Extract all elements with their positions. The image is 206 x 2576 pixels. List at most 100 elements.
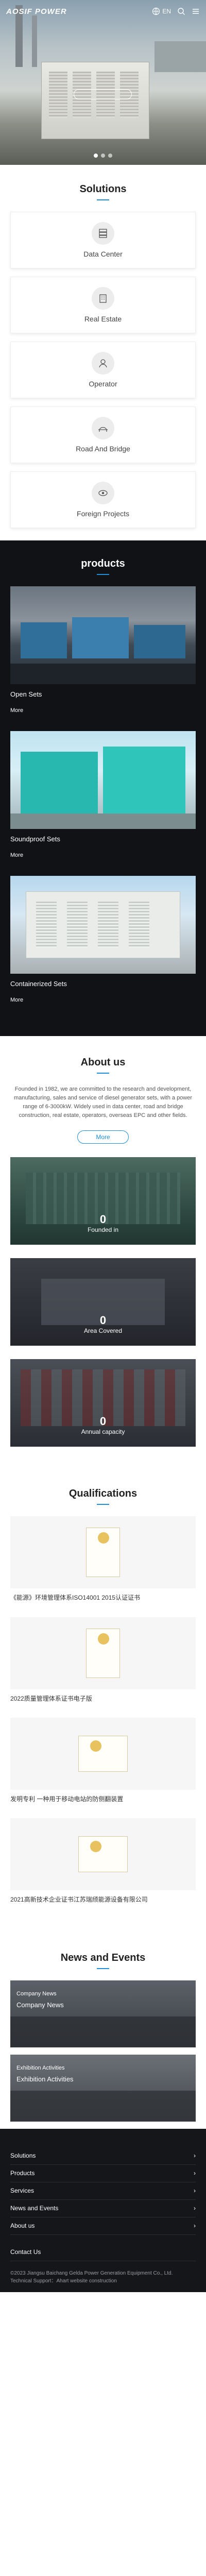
search-icon[interactable] — [177, 7, 185, 15]
certificate-image — [10, 1717, 196, 1790]
qualifications-section: Qualifications 《能源》环境管理体系ISO14001 2015认证… — [0, 1462, 206, 1929]
copyright-text: ©2023 Jiangsu Baichang Gelda Power Gener… — [10, 2261, 196, 2292]
menu-icon[interactable] — [192, 7, 200, 15]
news-category: Exhibition Activities — [16, 2064, 65, 2071]
news-card[interactable]: Exhibition Activities Exhibition Activit… — [10, 2054, 196, 2122]
product-image-soundproof-sets — [10, 731, 196, 829]
news-card[interactable]: Company News Company News — [10, 1980, 196, 2047]
site-footer: Solutions › Products › Services › News a… — [0, 2128, 206, 2292]
language-switch[interactable]: EN — [152, 7, 171, 15]
footer-link-solutions[interactable]: Solutions › — [10, 2147, 196, 2165]
product-item[interactable]: Soundproof Sets More — [10, 731, 196, 858]
globe-icon — [92, 482, 114, 504]
product-image-open-sets — [10, 586, 196, 684]
solution-label: Road And Bridge — [76, 445, 130, 453]
footer-link-label: About us — [10, 2222, 35, 2230]
news-title: Company News — [16, 2001, 64, 2009]
bridge-icon — [92, 417, 114, 439]
chevron-right-icon: › — [194, 2205, 196, 2212]
language-label: EN — [162, 8, 171, 15]
qualification-caption: 2022质量管理体系证书电子版 — [10, 1694, 92, 1702]
qualification-item[interactable]: 发明专利 一种用于移动电站的防侧翻装置 — [10, 1717, 196, 1804]
operator-icon — [92, 352, 114, 375]
stat-card: 0 Area Covered — [10, 1258, 196, 1346]
solution-label: Data Center — [83, 250, 123, 258]
certificate-graphic — [86, 1628, 120, 1678]
footer-link-label: News and Events — [10, 2205, 59, 2212]
stat-number: 0 — [99, 1213, 107, 1226]
solution-card-foreign-projects[interactable]: Foreign Projects — [10, 471, 196, 528]
news-title: Exhibition Activities — [16, 2075, 74, 2083]
header-actions: EN — [152, 7, 200, 15]
solution-card-road-bridge[interactable]: Road And Bridge — [10, 406, 196, 463]
certificate-graphic — [86, 1528, 120, 1578]
chimney-graphic — [32, 15, 37, 67]
title-divider — [97, 1968, 109, 1969]
solution-card-operator[interactable]: Operator — [10, 342, 196, 398]
solution-card-data-center[interactable]: Data Center — [10, 212, 196, 268]
product-more-link[interactable]: More — [10, 707, 196, 714]
product-name: Containerized Sets — [10, 980, 67, 988]
stat-number: 0 — [99, 1415, 107, 1428]
stat-card: 0 Annual capacity — [10, 1359, 196, 1447]
product-more-link[interactable]: More — [10, 997, 196, 1003]
footer-link-about[interactable]: About us › — [10, 2217, 196, 2235]
carousel-dots — [94, 154, 112, 158]
footer-link-label: Solutions — [10, 2152, 36, 2160]
about-section: About us Founded in 1982, we are committ… — [0, 1036, 206, 1462]
carousel-dot[interactable] — [101, 154, 105, 158]
qualification-caption: 发明专利 一种用于移动电站的防侧翻装置 — [10, 1795, 124, 1803]
title-divider — [97, 1504, 109, 1505]
qualification-caption: 《能源》环境管理体系ISO14001 2015认证证书 — [10, 1594, 141, 1602]
product-item[interactable]: Containerized Sets More — [10, 876, 196, 1003]
news-category: Company News — [16, 1990, 57, 1997]
solution-label: Foreign Projects — [77, 510, 129, 518]
footer-link-label: Products — [10, 2170, 35, 2177]
certificate-image — [10, 1516, 196, 1589]
carousel-dot[interactable] — [108, 154, 112, 158]
certificate-graphic — [78, 1735, 128, 1772]
site-header: AOSIF POWER EN — [0, 0, 206, 23]
section-title: Qualifications — [68, 1488, 138, 1500]
generator-container-graphic — [41, 62, 149, 139]
certificate-image — [10, 1617, 196, 1689]
building-graphic — [154, 41, 206, 72]
product-more-link[interactable]: More — [10, 852, 196, 858]
section-title: products — [81, 558, 125, 569]
qualification-item[interactable]: 《能源》环境管理体系ISO14001 2015认证证书 — [10, 1516, 196, 1602]
stat-label: Annual capacity — [81, 1428, 125, 1436]
stat-card: 0 Founded in — [10, 1157, 196, 1245]
stat-number: 0 — [99, 1314, 107, 1327]
site-logo[interactable]: AOSIF POWER — [6, 7, 67, 16]
footer-contact-link[interactable]: Contact Us — [10, 2248, 196, 2261]
news-section: News and Events Company News Company New… — [0, 1929, 206, 2122]
solution-label: Real Estate — [84, 315, 122, 323]
chevron-right-icon: › — [194, 2152, 196, 2160]
section-title: About us — [80, 1057, 126, 1068]
title-divider — [97, 199, 109, 200]
solutions-section: Solutions Data Center Real Estate Operat… — [0, 165, 206, 540]
copyright-line: ©2023 Jiangsu Baichang Gelda Power Gener… — [10, 2270, 173, 2276]
certificate-image — [10, 1818, 196, 1891]
footer-link-news[interactable]: News and Events › — [10, 2200, 196, 2217]
stat-label: Founded in — [87, 1226, 119, 1234]
carousel-dot[interactable] — [94, 154, 98, 158]
footer-link-services[interactable]: Services › — [10, 2182, 196, 2200]
footer-link-label: Services — [10, 2187, 35, 2195]
data-center-icon — [92, 222, 114, 245]
product-name: Open Sets — [10, 690, 42, 698]
footer-link-products[interactable]: Products › — [10, 2165, 196, 2182]
support-line[interactable]: Technical Support：Ahart website construc… — [10, 2277, 196, 2285]
title-divider — [97, 1073, 109, 1074]
qualification-item[interactable]: 2022质量管理体系证书电子版 — [10, 1617, 196, 1703]
title-divider — [97, 574, 109, 575]
solution-card-real-estate[interactable]: Real Estate — [10, 277, 196, 333]
globe-icon — [152, 7, 160, 15]
qualification-item[interactable]: 2021高新技术企业证书江苏瑞颀能源设备有限公司 — [10, 1818, 196, 1904]
about-more-button[interactable]: More — [77, 1130, 129, 1144]
building-icon — [92, 287, 114, 310]
chevron-right-icon: › — [194, 2222, 196, 2230]
hero-button[interactable] — [74, 89, 132, 99]
product-item[interactable]: Open Sets More — [10, 586, 196, 714]
product-name: Soundproof Sets — [10, 835, 60, 843]
